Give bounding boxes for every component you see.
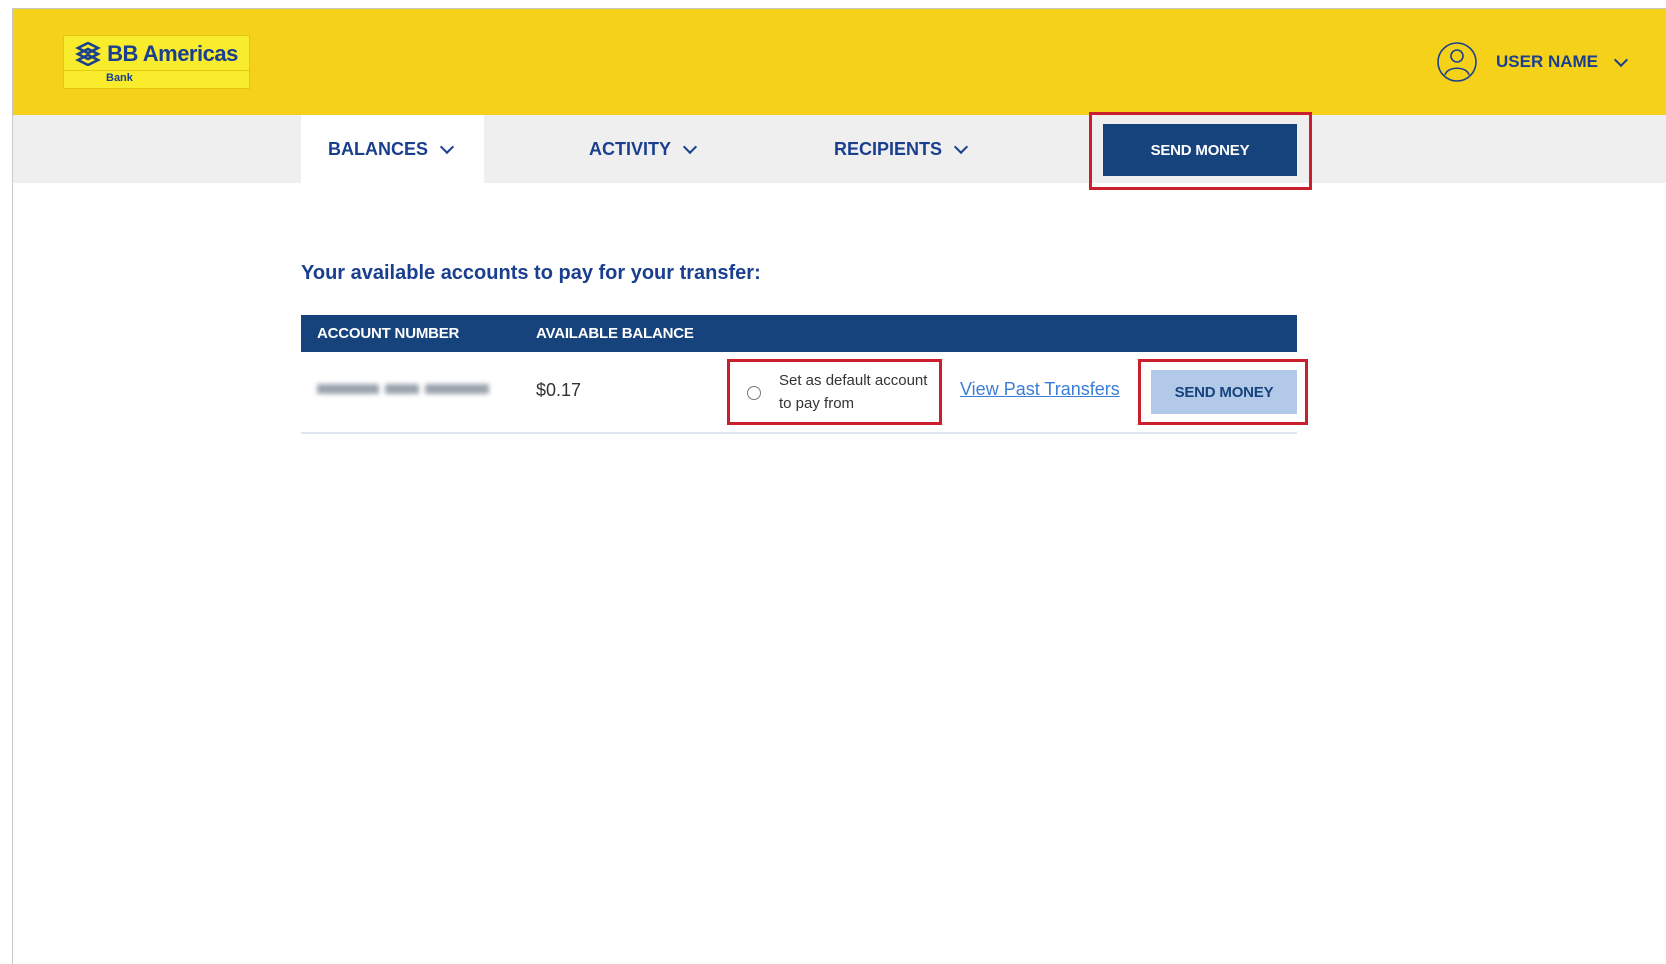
brand-name: BB Americas (107, 41, 238, 66)
view-past-transfers-link[interactable]: View Past Transfers (960, 379, 1120, 400)
page-heading: Your available accounts to pay for your … (301, 262, 761, 284)
chevron-down-icon (953, 139, 969, 154)
bank-logo[interactable]: BB Americas Bank (63, 35, 250, 89)
tab-recipients[interactable]: RECIPIENTS (834, 115, 969, 183)
available-balance: $0.17 (536, 380, 582, 400)
column-header-account-number: ACCOUNT NUMBER (317, 325, 460, 342)
bb-logo-mark-icon (75, 42, 102, 66)
logo-main: BB Americas (64, 36, 249, 72)
tab-label: ACTIVITY (589, 138, 672, 159)
chevron-down-icon (682, 139, 698, 154)
chevron-down-icon (1613, 52, 1629, 67)
account-number-redacted (317, 382, 497, 396)
user-menu[interactable]: USER NAME (1436, 41, 1629, 83)
logo-sub-bar: Bank (64, 70, 249, 88)
row-send-money-button[interactable]: SEND MONEY (1151, 370, 1297, 414)
user-name: USER NAME (1495, 52, 1598, 71)
default-account-label[interactable]: Set as default account to pay from (779, 369, 929, 415)
user-avatar-icon (1436, 41, 1478, 83)
tab-activity[interactable]: ACTIVITY (589, 115, 698, 183)
accounts-table-header: ACCOUNT NUMBER AVAILABLE BALANCE (301, 315, 1297, 352)
main-nav: BALANCES ACTIVITY RECIPIENTS (13, 115, 1666, 183)
default-account-radio[interactable] (747, 386, 761, 400)
chevron-down-icon (439, 139, 455, 154)
app-window: BB Americas Bank USER NAME BALANCES ACTI… (12, 8, 1666, 964)
brand-sub: Bank (106, 72, 133, 84)
tab-label: BALANCES (328, 138, 429, 159)
send-money-button[interactable]: SEND MONEY (1103, 124, 1297, 176)
top-header: BB Americas Bank USER NAME (13, 9, 1666, 115)
tab-balances[interactable]: BALANCES (301, 115, 484, 183)
column-header-available-balance: AVAILABLE BALANCE (536, 325, 694, 342)
tab-label: RECIPIENTS (834, 138, 943, 159)
